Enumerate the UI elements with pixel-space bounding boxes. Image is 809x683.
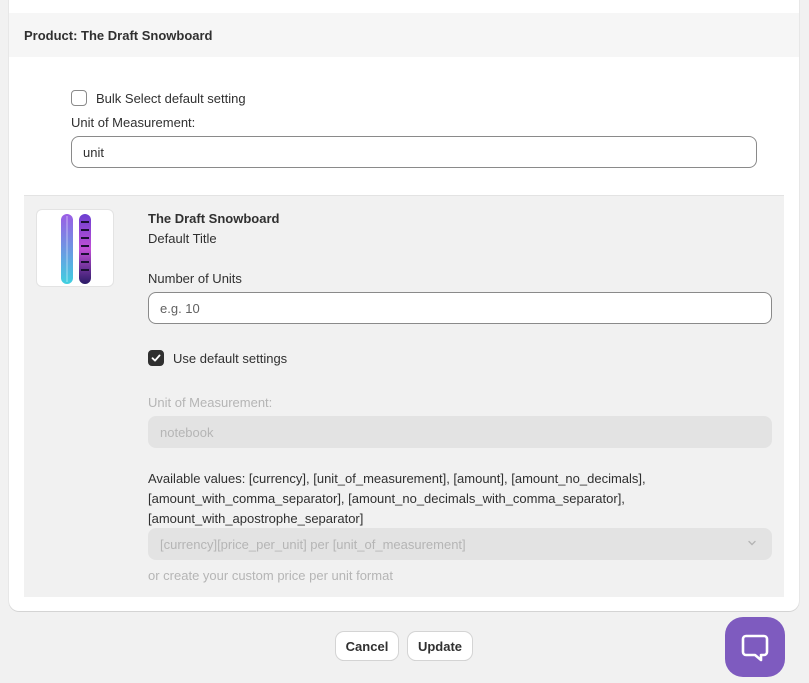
price-format-select: [currency][price_per_unit] per [unit_of_… [148, 528, 772, 560]
chevron-down-icon [748, 540, 756, 546]
chat-bubble-icon [741, 634, 769, 662]
bulk-unit-input[interactable]: unit [71, 136, 757, 168]
custom-format-hint: or create your custom price per unit for… [148, 568, 393, 583]
price-format-value: [currency][price_per_unit] per [unit_of_… [160, 536, 466, 552]
units-label: Number of Units [148, 271, 242, 286]
default-settings-row[interactable]: Use default settings [148, 350, 287, 366]
cancel-button[interactable]: Cancel [336, 632, 398, 660]
variant-section: The Draft Snowboard Default Title Number… [24, 195, 784, 597]
variant-unit-label: Unit of Measurement: [148, 395, 273, 410]
default-settings-checkbox[interactable] [148, 350, 164, 366]
checkmark-icon [151, 354, 161, 362]
product-card: Product: The Draft Snowboard Bulk Select… [9, 0, 799, 611]
page-title: Product: The Draft Snowboard [24, 27, 213, 43]
product-name: The Draft Snowboard [148, 211, 280, 226]
update-button[interactable]: Update [408, 632, 472, 660]
units-input[interactable]: e.g. 10 [148, 292, 772, 324]
bulk-unit-label: Unit of Measurement: [71, 115, 196, 130]
bulk-select-row[interactable]: Bulk Select default setting [71, 90, 246, 106]
bulk-select-checkbox[interactable] [71, 90, 87, 106]
variant-unit-input: notebook [148, 416, 772, 448]
help-chat-button[interactable] [725, 617, 785, 677]
card-header: Product: The Draft Snowboard [9, 13, 799, 57]
product-thumbnail [36, 209, 114, 287]
snowboard-image [61, 214, 91, 284]
available-values-text: Available values: [currency], [unit_of_m… [148, 471, 646, 526]
default-settings-label: Use default settings [173, 350, 288, 366]
variant-title: Default Title [148, 231, 217, 246]
bulk-select-label: Bulk Select default setting [96, 90, 246, 106]
